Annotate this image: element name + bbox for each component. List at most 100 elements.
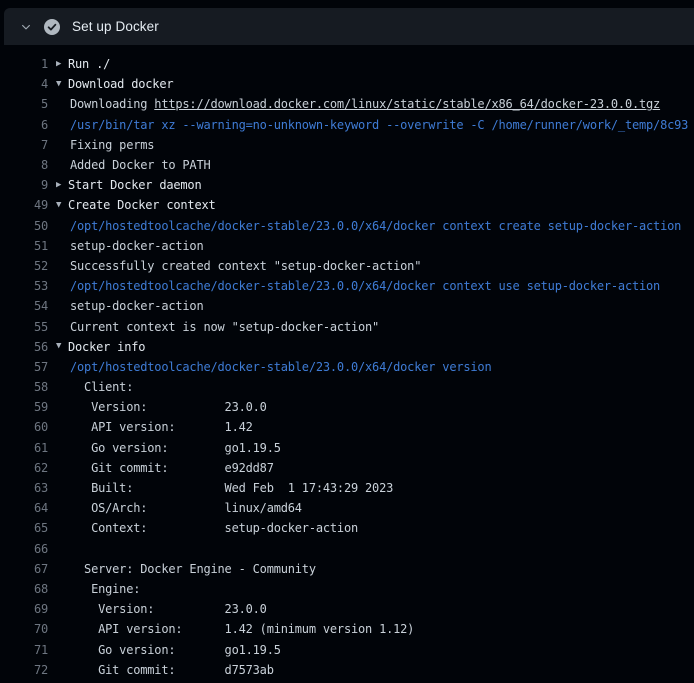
command-text: /usr/bin/tar xz --warning=no-unknown-key… xyxy=(70,118,688,132)
log-group-row[interactable]: 4▼Download docker xyxy=(0,74,694,94)
line-number[interactable]: 9 xyxy=(0,178,48,192)
log-line: 52 Successfully created context "setup-do… xyxy=(0,256,694,276)
log-line: 69 Version: 23.0.0 xyxy=(0,599,694,619)
step-title: Set up Docker xyxy=(72,19,159,34)
line-number[interactable]: 69 xyxy=(0,602,48,616)
log-line: 50/opt/hostedtoolcache/docker-stable/23.… xyxy=(0,216,694,236)
log-line: 64 OS/Arch: linux/amd64 xyxy=(0,498,694,518)
line-number[interactable]: 55 xyxy=(0,320,48,334)
group-title: Run ./ xyxy=(68,57,110,71)
log-line: 51 setup-docker-action xyxy=(0,236,694,256)
log-line: 68 Engine: xyxy=(0,579,694,599)
line-number[interactable]: 52 xyxy=(0,259,48,273)
line-number[interactable]: 4 xyxy=(0,77,48,91)
line-number[interactable]: 51 xyxy=(0,239,48,253)
log-line: 53/opt/hostedtoolcache/docker-stable/23.… xyxy=(0,276,694,296)
log-text: Version: 23.0.0 xyxy=(70,400,267,414)
line-number[interactable]: 59 xyxy=(0,400,48,414)
log-text: setup-docker-action xyxy=(70,239,203,253)
group-title: Start Docker daemon xyxy=(68,178,201,192)
log-line: 54 setup-docker-action xyxy=(0,296,694,316)
line-number[interactable]: 70 xyxy=(0,622,48,636)
line-number[interactable]: 49 xyxy=(0,198,48,212)
line-number[interactable]: 5 xyxy=(0,97,48,111)
log-line: 58 Client: xyxy=(0,377,694,397)
log-line: 8 Added Docker to PATH xyxy=(0,155,694,175)
log-text: Go version: go1.19.5 xyxy=(70,441,281,455)
line-number[interactable]: 54 xyxy=(0,299,48,313)
line-number[interactable]: 62 xyxy=(0,461,48,475)
group-expanded-icon[interactable]: ▼ xyxy=(56,201,68,210)
log-group-row[interactable]: 9 ▶Start Docker daemon xyxy=(0,175,694,195)
log-text: Built: Wed Feb 1 17:43:29 2023 xyxy=(70,481,393,495)
group-expanded-icon[interactable]: ▼ xyxy=(56,342,68,351)
line-number[interactable]: 7 xyxy=(0,138,48,152)
log-text: Added Docker to PATH xyxy=(70,158,211,172)
log-text: OS/Arch: linux/amd64 xyxy=(70,501,302,515)
log-text: Fixing perms xyxy=(70,138,154,152)
group-title: Docker info xyxy=(68,340,145,354)
log-line: 60 API version: 1.42 xyxy=(0,417,694,437)
log-line: 70 API version: 1.42 (minimum version 1.… xyxy=(0,619,694,639)
log-text: Server: Docker Engine - Community xyxy=(70,562,316,576)
log-line: 6/usr/bin/tar xz --warning=no-unknown-ke… xyxy=(0,115,694,135)
log-line: 59 Version: 23.0.0 xyxy=(0,397,694,417)
log-line: 66 xyxy=(0,539,694,559)
line-number[interactable]: 66 xyxy=(0,542,48,556)
line-number[interactable]: 61 xyxy=(0,441,48,455)
line-number[interactable]: 63 xyxy=(0,481,48,495)
log-line: 61 Go version: go1.19.5 xyxy=(0,438,694,458)
log-group-row[interactable]: 49 ▼Create Docker context xyxy=(0,195,694,215)
log-line: 71 Go version: go1.19.5 xyxy=(0,639,694,659)
log-lines-container: 1▶Run ./4▼Download docker5Downloading ht… xyxy=(0,45,694,680)
log-text: Client: xyxy=(70,380,133,394)
line-number[interactable]: 56 xyxy=(0,340,48,354)
log-text: Version: 23.0.0 xyxy=(70,602,267,616)
command-text: /opt/hostedtoolcache/docker-stable/23.0.… xyxy=(70,279,660,293)
line-number[interactable]: 65 xyxy=(0,521,48,535)
log-link[interactable]: https://download.docker.com/linux/static… xyxy=(154,97,660,111)
log-text: Downloading https://download.docker.com/… xyxy=(70,97,660,111)
command-text: /opt/hostedtoolcache/docker-stable/23.0.… xyxy=(70,360,491,374)
line-number[interactable]: 67 xyxy=(0,562,48,576)
log-line: 63 Built: Wed Feb 1 17:43:29 2023 xyxy=(0,478,694,498)
line-number[interactable]: 50 xyxy=(0,219,48,233)
log-line: 67 Server: Docker Engine - Community xyxy=(0,559,694,579)
group-collapsed-icon[interactable]: ▶ xyxy=(56,181,68,190)
line-number[interactable]: 6 xyxy=(0,118,48,132)
log-text: Engine: xyxy=(70,582,140,596)
log-line: 57/opt/hostedtoolcache/docker-stable/23.… xyxy=(0,357,694,377)
line-number[interactable]: 71 xyxy=(0,643,48,657)
line-number[interactable]: 72 xyxy=(0,663,48,677)
line-number[interactable]: 8 xyxy=(0,158,48,172)
log-line: 72 Git commit: d7573ab xyxy=(0,660,694,680)
log-text: API version: 1.42 (minimum version 1.12) xyxy=(70,622,414,636)
group-expanded-icon[interactable]: ▼ xyxy=(56,80,68,89)
log-line: 55 Current context is now "setup-docker-a… xyxy=(0,316,694,336)
line-number[interactable]: 60 xyxy=(0,420,48,434)
line-number[interactable]: 68 xyxy=(0,582,48,596)
log-text: API version: 1.42 xyxy=(70,420,253,434)
command-text: /opt/hostedtoolcache/docker-stable/23.0.… xyxy=(70,219,681,233)
log-text: Go version: go1.19.5 xyxy=(70,643,281,657)
line-number[interactable]: 1 xyxy=(0,57,48,71)
line-number[interactable]: 57 xyxy=(0,360,48,374)
group-collapsed-icon[interactable]: ▶ xyxy=(56,60,68,69)
line-number[interactable]: 64 xyxy=(0,501,48,515)
log-line: 5 Downloading https://download.docker.com… xyxy=(0,94,694,114)
log-text: Successfully created context "setup-dock… xyxy=(70,259,421,273)
chevron-down-icon[interactable] xyxy=(19,20,33,34)
check-circle-icon xyxy=(44,19,60,35)
log-line: 7 Fixing perms xyxy=(0,135,694,155)
log-text: setup-docker-action xyxy=(70,299,203,313)
log-line: 65 Context: setup-docker-action xyxy=(0,518,694,538)
log-line: 62 Git commit: e92dd87 xyxy=(0,458,694,478)
log-group-row[interactable]: 1 ▶Run ./ xyxy=(0,54,694,74)
log-text: Current context is now "setup-docker-act… xyxy=(70,320,379,334)
step-header[interactable]: Set up Docker xyxy=(4,8,694,45)
log-group-row[interactable]: 56 ▼Docker info xyxy=(0,337,694,357)
log-text: Git commit: e92dd87 xyxy=(70,461,274,475)
line-number[interactable]: 53 xyxy=(0,279,48,293)
line-number[interactable]: 58 xyxy=(0,380,48,394)
group-title: Create Docker context xyxy=(68,198,216,212)
